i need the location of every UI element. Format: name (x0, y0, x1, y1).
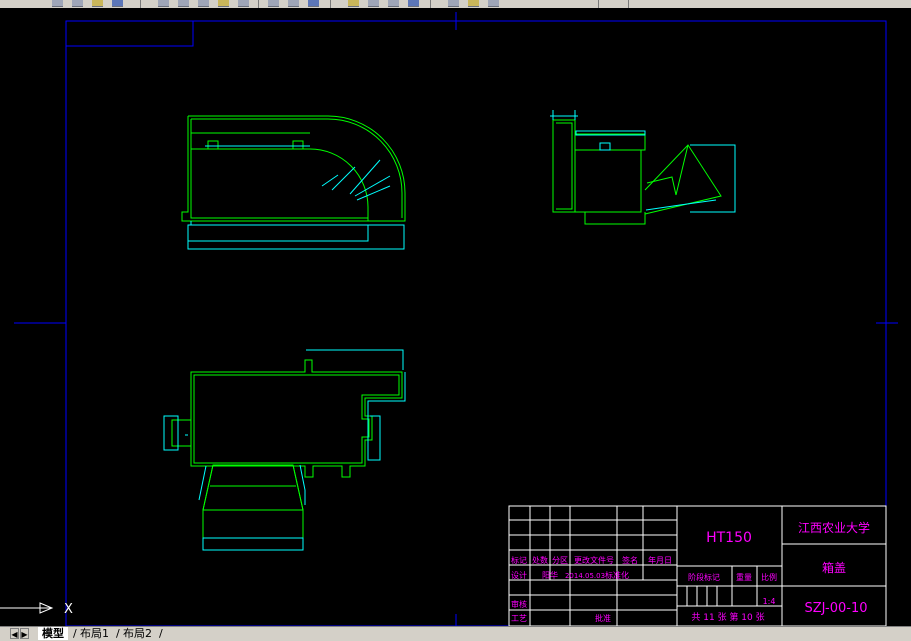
toolbar-separator (628, 0, 629, 8)
header-label: 签名 (622, 555, 638, 565)
sheet-border (65, 20, 887, 626)
tab-layout1[interactable]: 布局1 (76, 627, 113, 640)
scale-label: 比例 (761, 572, 777, 582)
header-label: 更改文件号 (574, 555, 614, 565)
calculator-icon[interactable] (408, 0, 419, 7)
review-label: 审核 (511, 599, 527, 609)
material-text: HT150 (706, 530, 752, 546)
standardization-label: 标准化 (605, 570, 629, 580)
tab-separator: / (159, 627, 163, 640)
tab-layout2[interactable]: 布局2 (119, 627, 156, 640)
ucs-x-label: X (64, 602, 73, 617)
realtime-zoom-icon[interactable] (308, 0, 319, 7)
design-date: 2014.05.03 (565, 572, 605, 580)
toolbar-separator (258, 0, 259, 8)
tab-nav-next-button[interactable]: ▶ (20, 628, 29, 639)
title-block-stage-cells (686, 586, 718, 606)
approve-label: 批准 (595, 613, 611, 623)
scale-text: 1:4 (763, 597, 776, 606)
toolbar-separator (598, 0, 599, 8)
school-name-text: 江西农业大学 (798, 520, 870, 535)
stage-label: 阶段标记 (688, 572, 720, 582)
tab-model[interactable]: 模型 (38, 627, 68, 640)
ucs-icon (0, 602, 54, 614)
header-label: 处数 (532, 555, 548, 565)
process-label: 工艺 (511, 614, 527, 623)
plan-view (163, 349, 406, 551)
help-icon[interactable] (448, 0, 459, 7)
designer-name: 阳华 (542, 570, 558, 580)
zoom-extents-icon[interactable] (348, 0, 359, 7)
layout-tabs: ◀ ▶ 模型 / 布局1 / 布局2 / (0, 626, 911, 641)
header-label: 标记 (511, 555, 527, 565)
header-label: 分区 (552, 556, 568, 565)
toolbar (0, 0, 911, 8)
header-label: 年月日 (648, 555, 672, 565)
redo-icon[interactable] (92, 0, 103, 7)
pan-icon[interactable] (72, 0, 83, 7)
properties-icon[interactable] (158, 0, 169, 7)
drawing-number-text: SZJ-00-10 (805, 601, 868, 616)
weight-label: 重量 (736, 572, 752, 582)
front-view (181, 115, 406, 250)
match-icon[interactable] (198, 0, 209, 7)
drawing-svg[interactable]: HT150 江西农业大学 箱盖 SZJ-00-10 1:4 共 11 张 第 1… (0, 8, 911, 626)
zoom-prev-icon[interactable] (288, 0, 299, 7)
undo-icon[interactable] (112, 0, 123, 7)
adcenter-icon[interactable] (468, 0, 479, 7)
paste-icon[interactable] (178, 0, 189, 7)
drawing-canvas[interactable]: HT150 江西农业大学 箱盖 SZJ-00-10 1:4 共 11 张 第 1… (0, 8, 911, 626)
part-name-text: 箱盖 (822, 560, 846, 575)
table-icon[interactable] (388, 0, 399, 7)
toolpalette-icon[interactable] (488, 0, 499, 7)
named-views-icon[interactable] (368, 0, 379, 7)
toolbar-separator (330, 0, 331, 8)
side-view (550, 110, 736, 225)
toolbar-separator (140, 0, 141, 8)
tab-nav-prev-button[interactable]: ◀ (10, 628, 19, 639)
layer-icon[interactable] (238, 0, 249, 7)
crosshair (14, 12, 898, 626)
toolbar-separator (430, 0, 431, 8)
cut-icon[interactable] (218, 0, 229, 7)
sheet-info-text: 共 11 张 第 10 张 (691, 611, 764, 623)
zoom-window-icon[interactable] (268, 0, 279, 7)
design-label: 设计 (511, 570, 527, 580)
zoom-icon[interactable] (52, 0, 63, 7)
